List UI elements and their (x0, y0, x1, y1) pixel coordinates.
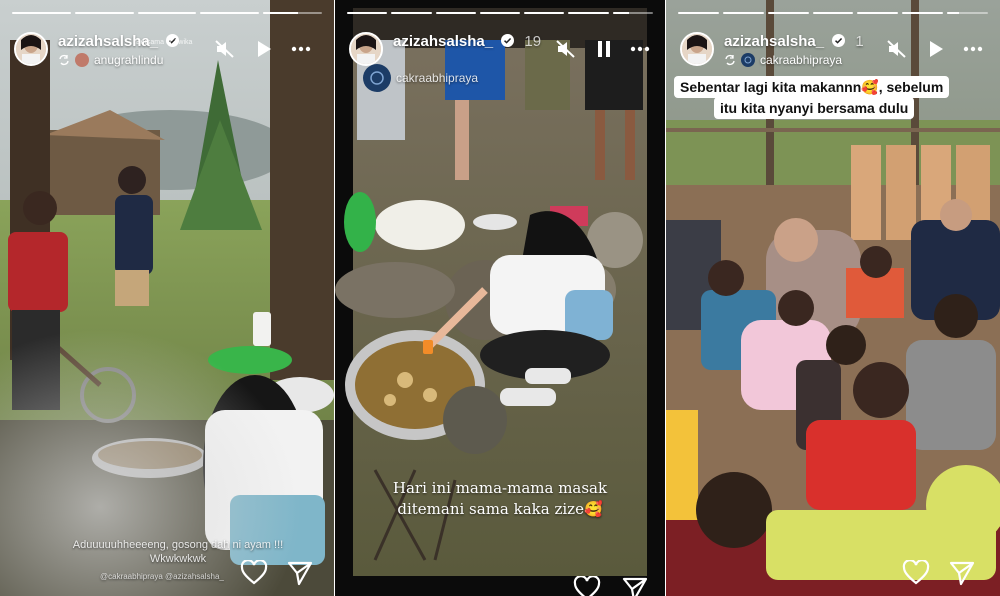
mini-avatar (75, 53, 89, 67)
repost-username[interactable]: anugrahlindu (94, 53, 163, 67)
avatar[interactable] (349, 32, 383, 66)
progress-segment (524, 12, 565, 14)
story-mentions[interactable]: @cakraabhipraya @azizahsalsha_ (100, 572, 224, 581)
story-caption: Aduuuuuhheeeeng, gosong dah ni ayam !!! … (72, 539, 284, 565)
verified-icon (832, 34, 846, 47)
pause-icon[interactable] (593, 38, 615, 60)
progress-segment (568, 12, 609, 14)
story-panel-2[interactable]: azizahsalsha_ 19 cakraabhipraya Hari ini… (335, 0, 665, 596)
repost-info[interactable]: cakraabhipraya (363, 64, 478, 92)
repost-username[interactable]: cakraabhipraya (396, 71, 478, 85)
mute-icon[interactable] (214, 38, 236, 60)
send-icon[interactable] (286, 560, 314, 586)
repost-username[interactable]: cakraabhipraya (760, 53, 842, 67)
progress-segment (12, 12, 71, 14)
username[interactable]: azizahsalsha_ 19 (393, 33, 541, 50)
repost-avatar (363, 64, 391, 92)
progress-segment (137, 12, 197, 14)
progress-segment (263, 12, 322, 14)
mute-icon[interactable] (886, 38, 908, 60)
username[interactable]: azizahsalsha_ 1 (724, 33, 864, 50)
story-panel-1[interactable]: azizahsalsha_ Bersama di Jiwika anugrahl… (0, 0, 334, 596)
heart-icon[interactable] (573, 576, 601, 596)
progress-segment (74, 12, 134, 14)
username-text[interactable]: azizahsalsha_ (393, 33, 493, 50)
story-header: azizahsalsha_ 19 cakraabhipraya (349, 30, 655, 92)
more-icon[interactable] (962, 38, 984, 60)
progress-segment (902, 12, 944, 14)
repost-info[interactable]: cakraabhipraya (724, 53, 842, 67)
username-text[interactable]: azizahsalsha_ (724, 33, 824, 50)
progress-segment (479, 12, 521, 14)
story-caption-line-2: itu kita nyanyi bersama dulu (714, 97, 915, 119)
progress-segment (678, 12, 719, 14)
progress-segment (612, 12, 653, 14)
story-panel-3[interactable]: azizahsalsha_ 1 cakraabhipraya Sebentar … (666, 0, 1000, 596)
avatar[interactable] (14, 32, 48, 66)
location-overlay: Bersama di Jiwika (136, 39, 193, 46)
repost-icon (59, 54, 69, 66)
story-caption: Hari ini mama-mama masak ditemani sama k… (392, 479, 608, 518)
progress-segment (947, 12, 989, 14)
heart-icon[interactable] (902, 560, 930, 586)
repost-info[interactable]: anugrahlindu (58, 53, 163, 67)
progress-segment (435, 12, 476, 14)
play-icon[interactable] (924, 38, 946, 60)
story-progress-bar (678, 12, 989, 14)
progress-segment (722, 12, 764, 14)
progress-segment (200, 12, 260, 14)
story-progress-bar (347, 12, 653, 14)
story-photo-1 (0, 0, 334, 596)
progress-segment (347, 12, 388, 14)
progress-segment (767, 12, 809, 14)
story-time: 1 (855, 33, 864, 50)
repost-icon (725, 54, 735, 66)
story-header: azizahsalsha_ 1 cakraabhipraya (680, 30, 990, 70)
story-time: 19 (524, 33, 542, 50)
send-icon[interactable] (621, 576, 649, 596)
play-icon[interactable] (252, 38, 274, 60)
story-caption-line-1: Sebentar lagi kita makannn🥰, sebelum (674, 76, 950, 98)
progress-segment (857, 12, 899, 14)
mute-icon[interactable] (555, 38, 577, 60)
mini-avatar (741, 53, 755, 67)
verified-icon (501, 34, 515, 47)
send-icon[interactable] (948, 560, 976, 586)
more-icon[interactable] (290, 38, 312, 60)
avatar[interactable] (680, 32, 714, 66)
progress-segment (391, 12, 432, 14)
heart-icon[interactable] (240, 560, 268, 586)
more-icon[interactable] (629, 38, 651, 60)
story-header: azizahsalsha_ Bersama di Jiwika anugrahl… (14, 30, 324, 70)
story-progress-bar (12, 12, 322, 14)
progress-segment (812, 12, 854, 14)
